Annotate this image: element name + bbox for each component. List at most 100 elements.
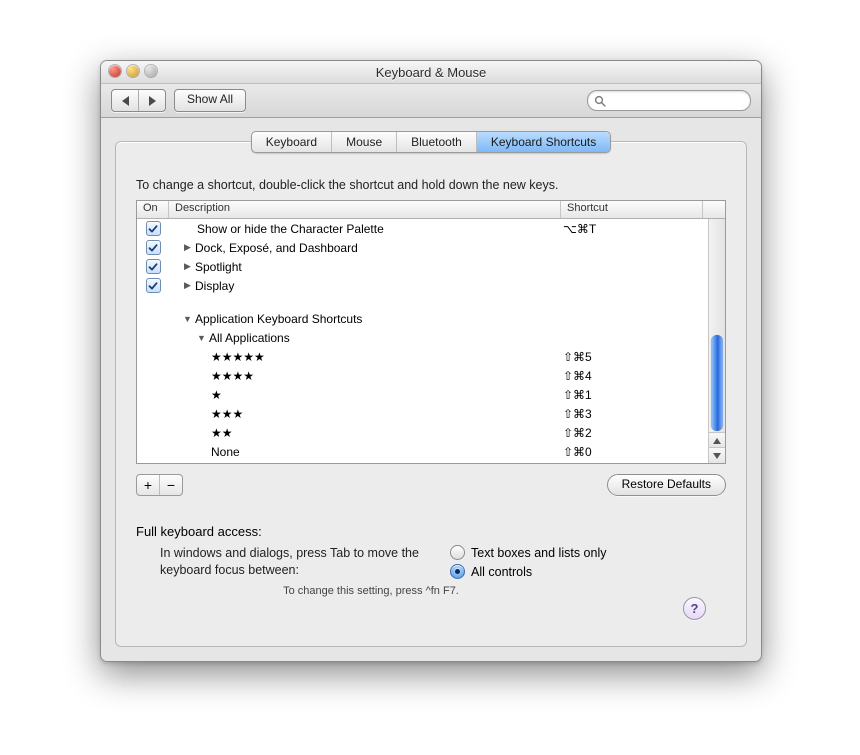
column-on[interactable]: On bbox=[137, 201, 169, 218]
full-keyboard-access-heading: Full keyboard access: bbox=[136, 524, 726, 539]
search-field[interactable] bbox=[587, 90, 751, 111]
cell-on bbox=[137, 278, 169, 293]
disclosure-right-icon[interactable]: ▶ bbox=[183, 280, 192, 291]
search-icon bbox=[594, 95, 606, 107]
cell-shortcut[interactable]: ⌥⌘T bbox=[559, 222, 705, 236]
checkbox[interactable] bbox=[146, 278, 161, 293]
column-description[interactable]: Description bbox=[169, 201, 561, 218]
restore-defaults-button[interactable]: Restore Defaults bbox=[607, 474, 726, 496]
row-label: ★★ bbox=[211, 426, 233, 440]
cell-description: ★ bbox=[169, 388, 559, 402]
row-label: Display bbox=[195, 279, 234, 293]
titlebar: Keyboard & Mouse bbox=[101, 61, 761, 84]
cell-shortcut[interactable]: ⇧⌘1 bbox=[559, 388, 705, 402]
table-row[interactable]: ★ ⇧⌘1 bbox=[137, 385, 705, 404]
radio-all-controls[interactable]: All controls bbox=[450, 564, 726, 579]
cell-description: ★★★ bbox=[169, 407, 559, 421]
add-button[interactable]: + bbox=[137, 475, 160, 495]
content-panel: KeyboardMouseBluetoothKeyboard Shortcuts… bbox=[115, 141, 747, 647]
cell-shortcut[interactable]: ⇧⌘3 bbox=[559, 407, 705, 421]
help-button[interactable]: ? bbox=[683, 597, 706, 620]
tab-keyboard-shortcuts[interactable]: Keyboard Shortcuts bbox=[477, 132, 610, 152]
show-all-button[interactable]: Show All bbox=[174, 89, 246, 112]
table-row[interactable]: ★★ ⇧⌘2 bbox=[137, 423, 705, 442]
cell-description: ★★★★ bbox=[169, 369, 559, 383]
table-row[interactable]: ▶Display bbox=[137, 276, 705, 295]
row-label: Application Keyboard Shortcuts bbox=[195, 312, 362, 326]
remove-button[interactable]: − bbox=[160, 475, 182, 495]
minimize-icon[interactable] bbox=[127, 65, 139, 77]
toolbar: Show All bbox=[101, 84, 761, 118]
close-icon[interactable] bbox=[109, 65, 121, 77]
table-row[interactable]: ★★★★★⇧⌘5 bbox=[137, 347, 705, 366]
radio-text-boxes-only[interactable]: Text boxes and lists only bbox=[450, 545, 726, 560]
cell-shortcut[interactable]: ⇧⌘2 bbox=[559, 426, 705, 440]
checkbox[interactable] bbox=[146, 221, 161, 236]
disclosure-down-icon[interactable]: ▼ bbox=[183, 314, 192, 324]
shortcuts-table: On Description Shortcut Show or hide the… bbox=[136, 200, 726, 464]
row-label: Show or hide the Character Palette bbox=[197, 222, 384, 236]
row-label: ★★★★ bbox=[211, 369, 254, 383]
tab-mouse[interactable]: Mouse bbox=[332, 132, 397, 152]
cell-description: ▶Spotlight bbox=[169, 260, 559, 274]
instruction-text: To change a shortcut, double-click the s… bbox=[136, 178, 726, 192]
add-remove-segment: + − bbox=[136, 474, 183, 496]
cell-description: ★★ bbox=[169, 426, 559, 440]
scroll-up-button[interactable] bbox=[709, 432, 725, 448]
table-row[interactable]: ▼All Applications bbox=[137, 328, 705, 347]
cell-description: ▼All Applications bbox=[169, 331, 559, 345]
table-actions: + − Restore Defaults bbox=[136, 474, 726, 496]
chevron-down-icon bbox=[713, 453, 721, 459]
column-scroll-gutter bbox=[703, 201, 725, 218]
row-label: All Applications bbox=[209, 331, 290, 345]
cell-description: ★★★★★ bbox=[169, 350, 559, 364]
cell-shortcut[interactable]: ⇧⌘5 bbox=[559, 350, 705, 364]
table-row[interactable]: ▼Application Keyboard Shortcuts bbox=[137, 309, 705, 328]
cell-description: ▼Application Keyboard Shortcuts bbox=[169, 312, 559, 326]
table-row[interactable]: ★★★⇧⌘3 bbox=[137, 404, 705, 423]
radio-icon bbox=[450, 564, 465, 579]
cell-description: Show or hide the Character Palette bbox=[169, 222, 559, 236]
tab-strip: KeyboardMouseBluetoothKeyboard Shortcuts bbox=[116, 131, 746, 153]
cell-on bbox=[137, 259, 169, 274]
full-keyboard-access-description: In windows and dialogs, press Tab to mov… bbox=[136, 545, 450, 579]
preferences-window: Keyboard & Mouse Show All KeyboardMouseB… bbox=[100, 60, 762, 662]
disclosure-right-icon[interactable]: ▶ bbox=[183, 261, 192, 272]
table-row[interactable]: Show or hide the Character Palette ⌥⌘T bbox=[137, 219, 705, 238]
cell-shortcut[interactable]: ⇧⌘0 bbox=[559, 445, 705, 459]
vertical-scrollbar[interactable] bbox=[708, 219, 725, 463]
chevron-up-icon bbox=[713, 438, 721, 444]
checkbox[interactable] bbox=[146, 240, 161, 255]
cell-on bbox=[137, 240, 169, 255]
scrollbar-thumb[interactable] bbox=[711, 335, 723, 431]
cell-on bbox=[137, 221, 169, 236]
checkbox[interactable] bbox=[146, 259, 161, 274]
back-button[interactable] bbox=[112, 90, 139, 111]
tab-bluetooth[interactable]: Bluetooth bbox=[397, 132, 477, 152]
radio-icon bbox=[450, 545, 465, 560]
table-row[interactable]: ▶Dock, Exposé, and Dashboard bbox=[137, 238, 705, 257]
tab-keyboard[interactable]: Keyboard bbox=[252, 132, 332, 152]
disclosure-down-icon[interactable]: ▼ bbox=[197, 333, 206, 343]
table-header: On Description Shortcut bbox=[137, 201, 725, 219]
table-row[interactable]: ★★★★ ⇧⌘4 bbox=[137, 366, 705, 385]
table-spacer bbox=[137, 295, 705, 309]
window-controls bbox=[109, 65, 157, 77]
cell-description: ▶Dock, Exposé, and Dashboard bbox=[169, 241, 559, 255]
table-body: Show or hide the Character Palette ⌥⌘T▶Do… bbox=[137, 219, 725, 463]
chevron-right-icon bbox=[149, 96, 156, 106]
table-row[interactable]: ▶Spotlight bbox=[137, 257, 705, 276]
cell-shortcut[interactable]: ⇧⌘4 bbox=[559, 369, 705, 383]
row-label: ★ bbox=[211, 388, 222, 402]
forward-button[interactable] bbox=[139, 90, 165, 111]
radio-label: All controls bbox=[471, 565, 532, 579]
window-title: Keyboard & Mouse bbox=[101, 61, 761, 84]
zoom-icon[interactable] bbox=[145, 65, 157, 77]
scroll-down-button[interactable] bbox=[709, 447, 725, 463]
column-shortcut[interactable]: Shortcut bbox=[561, 201, 703, 218]
row-label: None bbox=[211, 445, 240, 459]
table-row[interactable]: None ⇧⌘0 bbox=[137, 442, 705, 461]
cell-description: None bbox=[169, 445, 559, 459]
search-input[interactable] bbox=[610, 93, 744, 109]
disclosure-right-icon[interactable]: ▶ bbox=[183, 242, 192, 253]
